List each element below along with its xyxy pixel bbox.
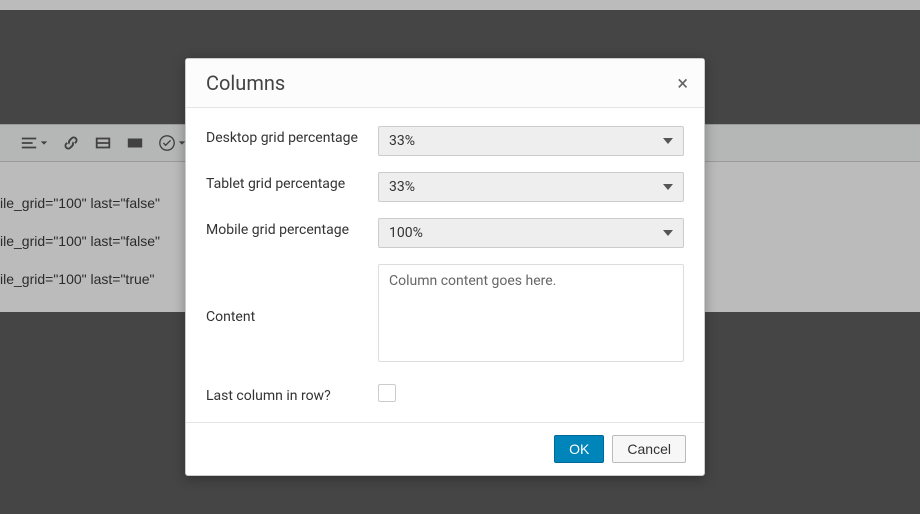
tablet-row: Tablet grid percentage 33%	[206, 172, 684, 202]
desktop-value: 33%	[389, 133, 415, 149]
last-label: Last column in row?	[206, 384, 378, 404]
tablet-select[interactable]: 33%	[378, 172, 684, 202]
mobile-value: 100%	[389, 225, 423, 241]
content-row: Content	[206, 264, 684, 366]
mobile-select[interactable]: 100%	[378, 218, 684, 248]
dialog-footer: OK Cancel	[186, 422, 704, 475]
last-checkbox[interactable]	[378, 384, 396, 402]
chevron-down-icon	[663, 230, 673, 236]
last-row: Last column in row?	[206, 384, 684, 404]
mobile-row: Mobile grid percentage 100%	[206, 218, 684, 248]
columns-dialog: Columns × Desktop grid percentage 33% Ta…	[185, 58, 705, 476]
desktop-select[interactable]: 33%	[378, 126, 684, 156]
close-icon[interactable]: ×	[677, 73, 688, 93]
chevron-down-icon	[663, 184, 673, 190]
desktop-label: Desktop grid percentage	[206, 126, 378, 146]
tablet-label: Tablet grid percentage	[206, 172, 378, 192]
mobile-label: Mobile grid percentage	[206, 218, 378, 238]
chevron-down-icon	[663, 138, 673, 144]
content-label: Content	[206, 305, 378, 325]
ok-button[interactable]: OK	[554, 435, 604, 463]
cancel-button[interactable]: Cancel	[612, 435, 686, 463]
dialog-title: Columns	[206, 71, 285, 95]
content-textarea[interactable]	[378, 264, 684, 362]
desktop-row: Desktop grid percentage 33%	[206, 126, 684, 156]
dialog-body: Desktop grid percentage 33% Tablet grid …	[186, 108, 704, 422]
dialog-header: Columns ×	[186, 59, 704, 108]
tablet-value: 33%	[389, 179, 415, 195]
